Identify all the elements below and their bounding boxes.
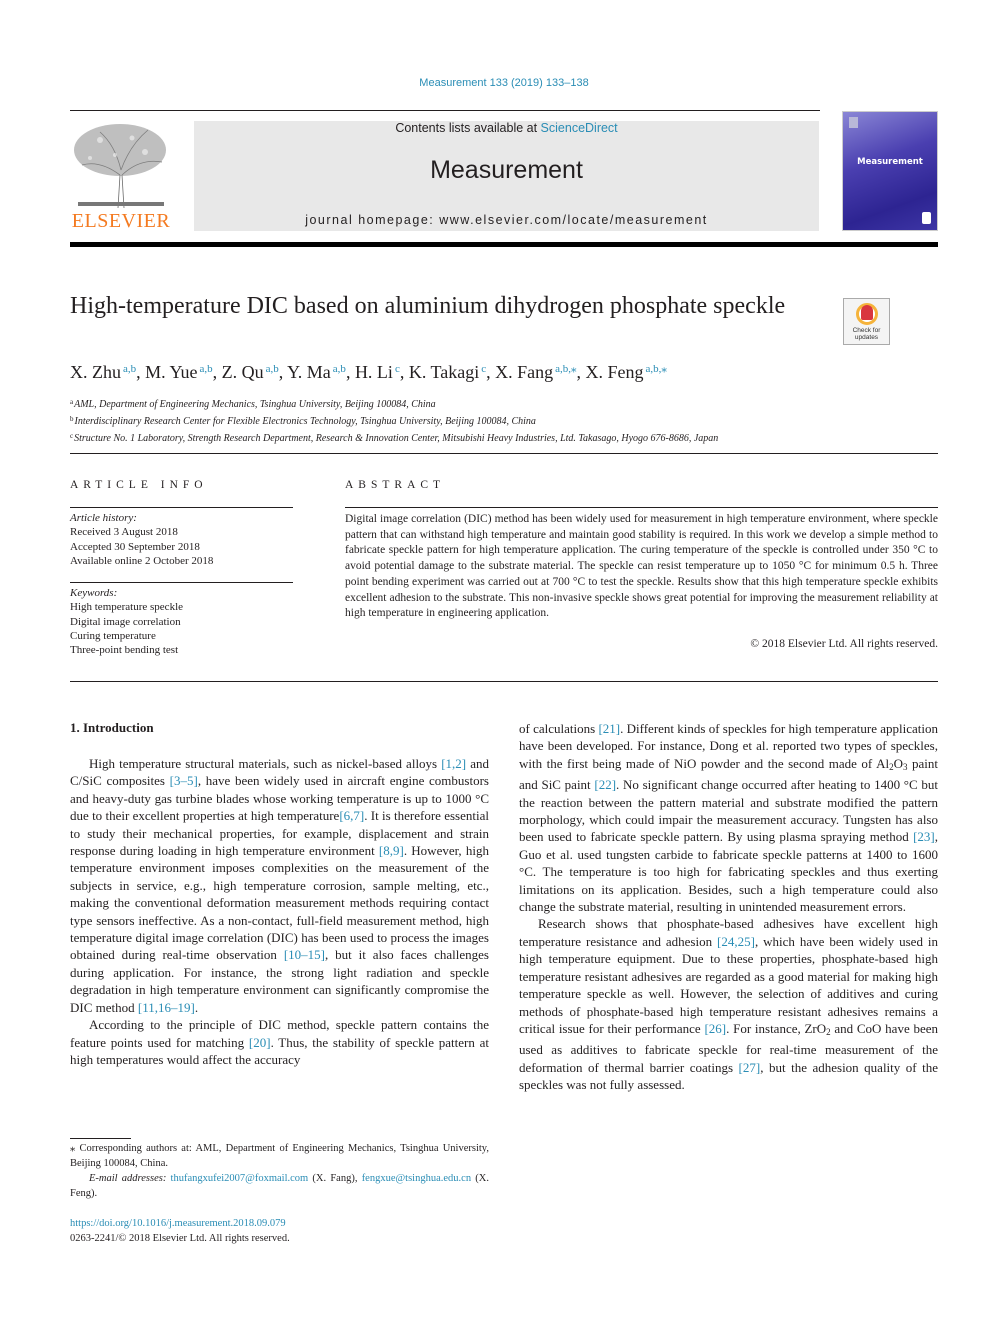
- abstract-copyright: © 2018 Elsevier Ltd. All rights reserved…: [750, 638, 938, 650]
- keywords: Keywords: High temperature speckle Digit…: [70, 586, 183, 657]
- author-affiliation-marker[interactable]: a,b: [123, 363, 136, 375]
- author-name[interactable]: K. Takagi: [409, 362, 479, 382]
- elsevier-logo[interactable]: ELSEVIER: [70, 120, 172, 232]
- author-affiliation-marker[interactable]: a,b: [199, 363, 212, 375]
- affiliation-key: b: [70, 415, 74, 423]
- author-name[interactable]: H. Li: [355, 362, 393, 382]
- affiliation: aAML, Department of Engineering Mechanic…: [70, 398, 436, 410]
- body-column-right: of calculations [21]. Different kinds of…: [519, 720, 938, 1094]
- author-name[interactable]: Z. Qu: [222, 362, 264, 382]
- author-name[interactable]: M. Yue: [145, 362, 197, 382]
- article-info-heading: ARTICLE INFO: [70, 479, 208, 491]
- subscript: 2: [826, 1026, 831, 1037]
- email-link-feng[interactable]: fengxue@tsinghua.edu.cn: [362, 1173, 471, 1184]
- email-label: E-mail addresses:: [89, 1173, 167, 1184]
- journal-cover-thumbnail[interactable]: Measurement: [842, 111, 938, 231]
- keyword: High temperature speckle: [70, 601, 184, 614]
- author-affiliation-marker[interactable]: a,b: [333, 363, 346, 375]
- footnotes: ⁎ Corresponding authors at: AML, Departm…: [70, 1141, 489, 1201]
- cover-badge-icon: [922, 212, 931, 224]
- affiliation: bInterdisciplinary Research Center for F…: [70, 415, 536, 427]
- abstract-text: Digital image correlation (DIC) method h…: [345, 513, 938, 620]
- citation-link[interactable]: [10–15]: [284, 947, 325, 962]
- affiliation-key: c: [70, 432, 74, 440]
- citation-link[interactable]: [20]: [249, 1035, 271, 1050]
- check-for-updates-button[interactable]: Check for updates: [843, 298, 890, 345]
- author-name[interactable]: X. Fang: [495, 362, 553, 382]
- affiliation: cStructure No. 1 Laboratory, Strength Re…: [70, 432, 719, 444]
- elsevier-wordmark: ELSEVIER: [71, 210, 171, 232]
- issn-copyright: 0263-2241/© 2018 Elsevier Ltd. All right…: [70, 1233, 290, 1244]
- author-name[interactable]: Y. Ma: [287, 362, 331, 382]
- author-name[interactable]: X. Feng: [586, 362, 644, 382]
- header-divider: [70, 110, 820, 111]
- body-paragraph: High temperature structural materials, s…: [70, 756, 489, 1015]
- citation-link[interactable]: [1,2]: [441, 756, 466, 771]
- author-affiliation-marker[interactable]: a,b,⁎: [555, 363, 576, 375]
- journal-masthead: Contents lists available at ScienceDirec…: [194, 121, 819, 231]
- article-history: Article history: Received 3 August 2018 …: [70, 511, 213, 568]
- email-note: E-mail addresses: thufangxufei2007@foxma…: [70, 1171, 489, 1201]
- crossmark-bookmark-icon: [861, 305, 873, 320]
- journal-homepage[interactable]: journal homepage: www.elsevier.com/locat…: [194, 213, 819, 227]
- subscript: 3: [902, 761, 908, 772]
- citation-link[interactable]: [6,7]: [339, 808, 364, 823]
- subscript: 2: [889, 761, 894, 772]
- footnote-divider: [70, 1138, 131, 1139]
- author-affiliation-marker[interactable]: c: [481, 363, 486, 375]
- abstract-heading: ABSTRACT: [345, 479, 446, 491]
- author-affiliation-marker[interactable]: c: [395, 363, 400, 375]
- divider: [70, 507, 293, 508]
- citation-link[interactable]: [26]: [704, 1021, 726, 1036]
- divider: [70, 681, 938, 682]
- author-name[interactable]: X. Zhu: [70, 362, 121, 382]
- affiliation-key: a: [70, 398, 74, 406]
- keyword: Digital image correlation: [70, 615, 181, 628]
- affiliations: aAML, Department of Engineering Mechanic…: [70, 395, 930, 446]
- cover-publisher-icon: [849, 117, 858, 128]
- article-title: High-temperature DIC based on aluminium …: [70, 293, 786, 319]
- elsevier-tree-icon: [74, 124, 166, 209]
- check-for-updates-label: Check for updates: [852, 327, 881, 341]
- cover-title: Measurement: [857, 157, 923, 167]
- keywords-label: Keywords:: [70, 587, 118, 599]
- contents-line: Contents lists available at ScienceDirec…: [194, 121, 819, 135]
- citation-link[interactable]: [24,25]: [717, 934, 755, 949]
- author-affiliation-marker[interactable]: a,b,⁎: [646, 363, 667, 375]
- email-link-fang[interactable]: thufangxufei2007@foxmail.com: [171, 1173, 309, 1184]
- citation-link[interactable]: [22]: [594, 777, 616, 792]
- masthead-divider: [70, 242, 938, 247]
- history-label: Article history:: [70, 512, 137, 524]
- history-accepted: Accepted 30 September 2018: [70, 540, 200, 553]
- keyword: Curing temperature: [70, 629, 156, 642]
- citation-link[interactable]: [8,9]: [379, 843, 404, 858]
- author-affiliation-marker[interactable]: a,b: [266, 363, 279, 375]
- body-paragraph: of calculations [21]. Different kinds of…: [519, 721, 939, 915]
- citation-link[interactable]: [3–5]: [170, 773, 198, 788]
- divider: [70, 582, 293, 583]
- body-paragraph: According to the principle of DIC method…: [70, 1017, 489, 1067]
- citation-link[interactable]: [21]: [598, 721, 620, 736]
- body-column-left: High temperature structural materials, s…: [70, 755, 489, 1068]
- doi-block: https://doi.org/10.1016/j.measurement.20…: [70, 1216, 290, 1246]
- email-owner: (X. Fang),: [308, 1173, 362, 1184]
- author-list: X. Zhu a,b, M. Yue a,b, Z. Qu a,b, Y. Ma a,b…: [70, 362, 667, 382]
- citation-link[interactable]: [27]: [739, 1060, 761, 1075]
- journal-name: Measurement: [430, 156, 583, 184]
- history-online: Available online 2 October 2018: [70, 554, 214, 567]
- corresponding-author-note: ⁎ Corresponding authors at: AML, Departm…: [70, 1143, 489, 1169]
- doi-link[interactable]: https://doi.org/10.1016/j.measurement.20…: [70, 1216, 290, 1231]
- citation-link[interactable]: [11,16–19]: [138, 1000, 195, 1015]
- body-paragraph: Research shows that phosphate-based adhe…: [519, 916, 938, 1093]
- section-heading-introduction: 1. Introduction: [70, 720, 154, 735]
- history-received: Received 3 August 2018: [70, 526, 178, 539]
- citation-link[interactable]: [23]: [913, 829, 935, 844]
- keyword: Three-point bending test: [70, 644, 179, 657]
- contents-prefix: Contents lists available at: [395, 121, 541, 135]
- divider: [70, 453, 938, 454]
- divider: [345, 507, 938, 508]
- journal-citation-link[interactable]: Measurement 133 (2019) 133–138: [0, 77, 992, 89]
- sciencedirect-link[interactable]: ScienceDirect: [541, 121, 618, 135]
